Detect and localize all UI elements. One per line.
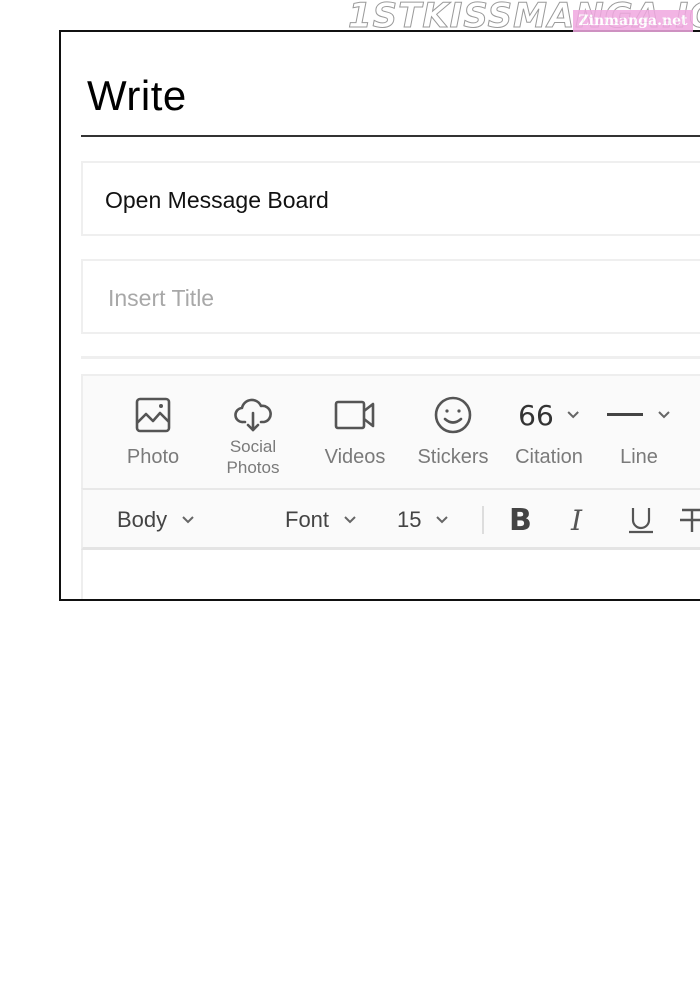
paragraph-style-value: Body	[117, 507, 168, 532]
social-photos-label: Social Photos	[205, 436, 301, 478]
photo-button[interactable]: Photo	[105, 376, 201, 490]
strikethrough-button[interactable]	[679, 490, 700, 550]
quote-glyph: 66	[518, 398, 554, 432]
title-input[interactable]: Insert Title	[81, 259, 700, 334]
title-divider	[81, 135, 700, 137]
quote-icon: 66	[518, 394, 580, 436]
board-select-value: Open Message Board	[105, 187, 329, 213]
font-dropdown[interactable]: Font	[285, 490, 357, 550]
social-photos-button[interactable]: Social Photos	[205, 376, 301, 490]
cloud-download-icon	[234, 394, 272, 436]
video-camera-icon	[334, 394, 376, 436]
social-photos-label-line2: Photos	[226, 458, 280, 477]
underline-icon	[629, 508, 653, 534]
photo-label: Photo	[126, 446, 180, 468]
toolbar-divider	[482, 506, 484, 534]
chevron-down-icon	[567, 411, 579, 419]
smiley-icon	[433, 394, 473, 436]
line-label: Line	[620, 446, 658, 468]
citation-label: Citation	[515, 446, 583, 468]
font-size-value: 15	[397, 507, 422, 532]
videos-label: Videos	[324, 446, 386, 468]
section-divider	[81, 356, 700, 359]
format-toolbar: Body Font 15 B I	[81, 488, 700, 550]
underline-button[interactable]	[627, 490, 655, 550]
chevron-down-icon	[658, 411, 670, 419]
chevron-down-icon	[182, 516, 194, 524]
strikethrough-icon	[680, 508, 700, 532]
stickers-label: Stickers	[417, 446, 489, 468]
chevron-down-icon	[344, 516, 356, 524]
videos-button[interactable]: Videos	[305, 376, 405, 490]
social-photos-label-line1: Social	[229, 437, 277, 456]
title-input-placeholder: Insert Title	[108, 285, 215, 311]
font-value: Font	[285, 507, 330, 532]
insert-toolbar: Photo Social Photos Videos Stickers 66 C…	[81, 374, 700, 488]
paragraph-style-dropdown[interactable]: Body	[117, 490, 195, 550]
chevron-down-icon	[436, 516, 449, 524]
italic-icon: I	[571, 503, 583, 537]
bold-button[interactable]: B	[509, 490, 532, 550]
font-size-dropdown[interactable]: 15	[397, 490, 449, 550]
write-panel: Write Open Message Board Insert Title Ph…	[59, 30, 700, 601]
stickers-button[interactable]: Stickers	[405, 376, 501, 490]
watermark-badge: Zinmanga.net	[573, 10, 693, 32]
citation-button[interactable]: 66 Citation	[501, 376, 597, 490]
bold-icon: B	[509, 502, 532, 538]
italic-button[interactable]: I	[571, 490, 582, 550]
horizontal-line-icon	[607, 394, 671, 436]
line-button[interactable]: Line	[591, 376, 687, 490]
photo-icon	[135, 394, 171, 436]
page-title: Write	[87, 72, 187, 119]
editor-body[interactable]	[81, 550, 700, 599]
board-select[interactable]: Open Message Board	[81, 161, 700, 236]
